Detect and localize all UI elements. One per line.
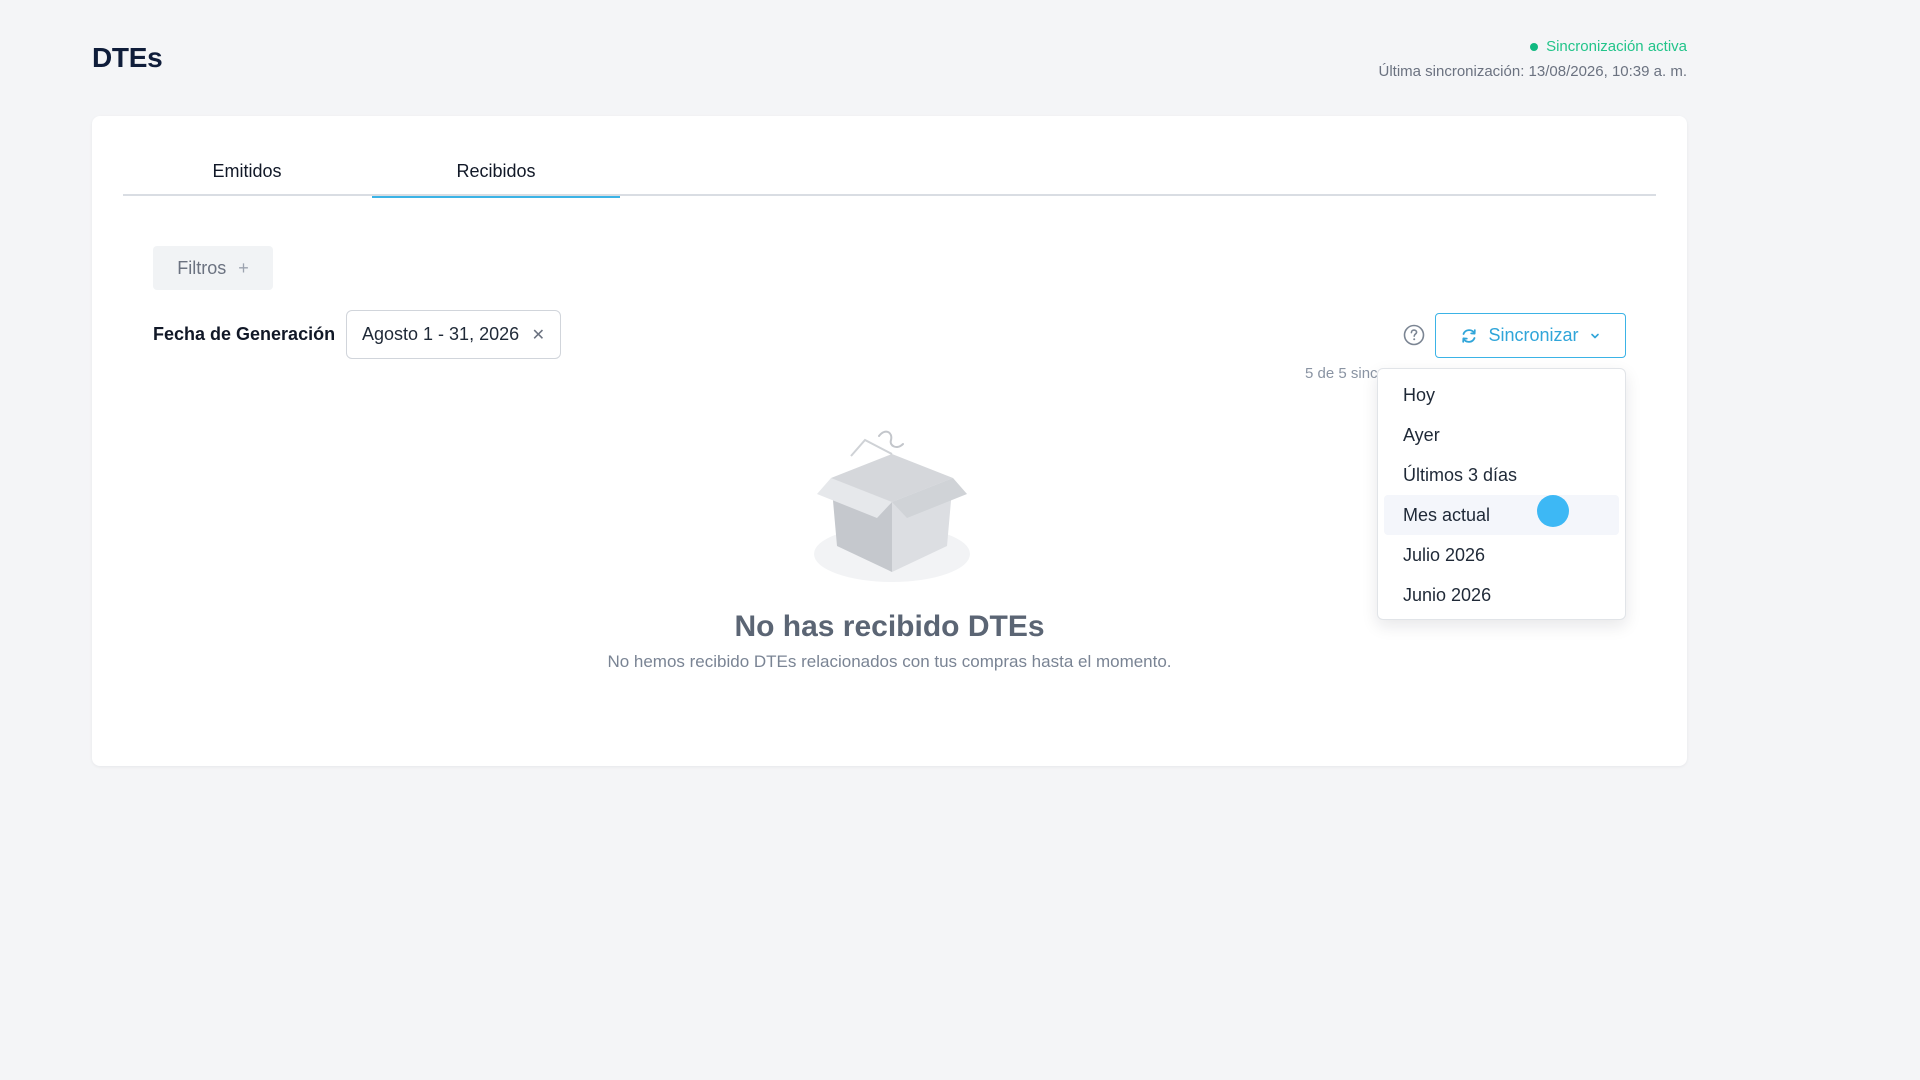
dropdown-item-julio-2026[interactable]: Julio 2026 [1384,535,1619,575]
sync-count-text: 5 de 5 sinc [1305,365,1378,382]
empty-box-icon [814,430,970,582]
page-title: DTEs [92,42,163,73]
sync-active-indicator: Sincronización activa [1378,38,1687,55]
sync-dropdown-menu: Hoy Ayer Últimos 3 días Mes actual Julio… [1377,368,1626,620]
tab-recibidos[interactable]: Recibidos [372,146,620,198]
tab-emitidos[interactable]: Emitidos [123,146,371,196]
tab-label: Emitidos [212,160,282,181]
last-sync-text: Última sincronización: 13/08/2026, 10:39… [1378,63,1687,80]
empty-state-subtitle: No hemos recibido DTEs relacionados con … [607,652,1172,671]
cursor-indicator [1537,495,1569,527]
dropdown-item-ayer[interactable]: Ayer [1384,415,1619,455]
dropdown-item-hoy[interactable]: Hoy [1384,375,1619,415]
sync-button-label: Sincronizar [1488,325,1579,345]
page: DTEs Sincronización activa Última sincro… [0,0,1920,1080]
refresh-icon [1462,328,1477,343]
plus-icon: + [238,257,249,278]
date-filter-label: Fecha de Generación [153,324,336,344]
date-filter-value: Agosto 1 - 31, 2026 [362,324,520,344]
filters-label: Filtros [177,257,227,278]
status-dot-icon [1530,42,1539,51]
question-circle-icon[interactable] [1403,324,1425,346]
sync-status-label: Sincronización activa [1546,38,1687,55]
date-filter-chip[interactable]: Agosto 1 - 31, 2026 ✕ [346,310,561,359]
dropdown-item-ultimos-3-dias[interactable]: Últimos 3 días [1384,455,1619,495]
tabs: Emitidos Recibidos [123,146,1656,198]
close-icon[interactable]: ✕ [532,325,545,345]
tab-label: Recibidos [456,160,536,181]
sync-button[interactable]: Sincronizar [1435,313,1626,358]
dropdown-item-junio-2026[interactable]: Junio 2026 [1384,575,1619,615]
dropdown-item-mes-actual[interactable]: Mes actual [1384,495,1619,535]
chevron-down-icon [1590,333,1599,338]
sync-status: Sincronización activa Última sincronizac… [1378,38,1687,80]
filters-button[interactable]: Filtros + [153,246,273,290]
